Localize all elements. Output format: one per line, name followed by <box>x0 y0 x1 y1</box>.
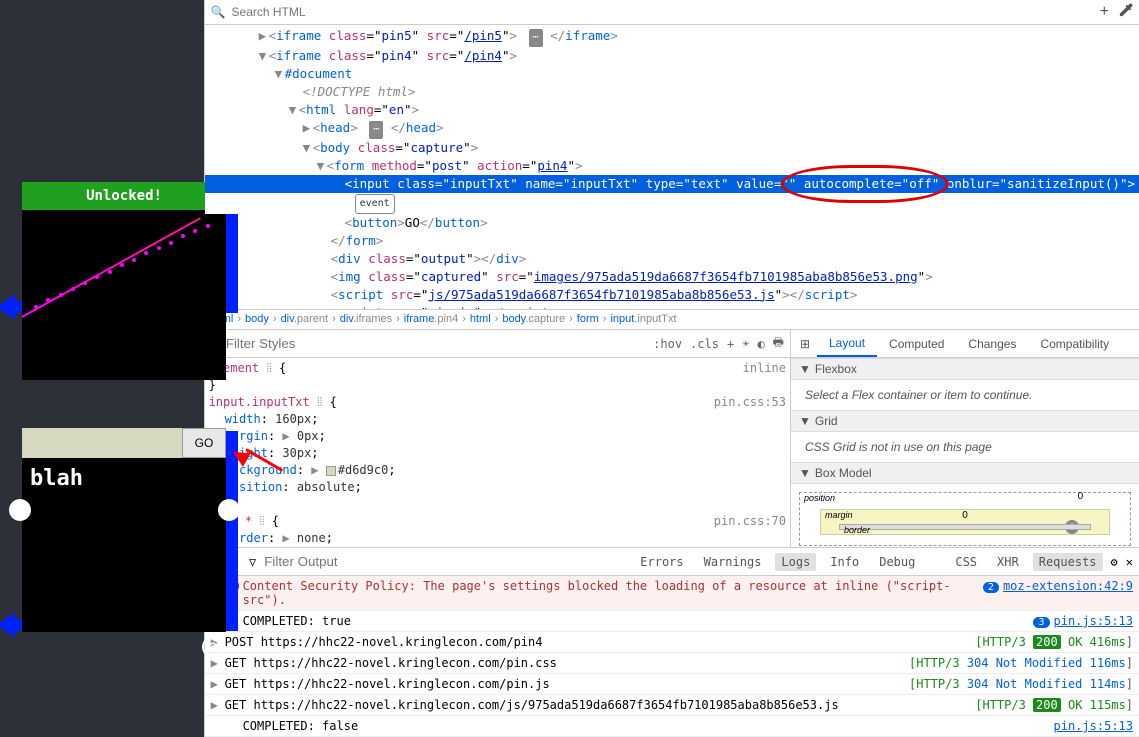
selected-node[interactable]: <input class="inputTxt" name="inputTxt" … <box>205 175 1139 193</box>
console-pane: 🗑 | ▽ Errors Warnings Logs Info Debug CS… <box>205 548 1139 737</box>
console-output[interactable]: ! Content Security Policy: The page's se… <box>205 576 1139 737</box>
add-rule-button[interactable]: + <box>727 337 734 351</box>
cls-toggle[interactable]: .cls <box>690 337 719 351</box>
tab-layout[interactable]: Layout <box>817 330 877 357</box>
arrow-left-icon <box>0 612 15 638</box>
input-text-field[interactable] <box>22 428 182 458</box>
layout-settings-icon[interactable]: ⊞ <box>793 337 817 351</box>
rules-list[interactable]: element ⦙⦙ {inline } input.inputTxt ⦙⦙ {… <box>205 358 790 547</box>
cat-css[interactable]: CSS <box>949 553 983 571</box>
cat-logs[interactable]: Logs <box>775 553 816 571</box>
lock-card: Unlocked! <box>22 182 226 380</box>
cat-errors[interactable]: Errors <box>634 553 689 571</box>
html-tree[interactable]: ▶<iframe class="pin5" src="/pin5"> ⋯ </i… <box>205 25 1139 309</box>
output-text: blah <box>22 458 226 499</box>
filter-output-input[interactable] <box>264 554 441 569</box>
go-button[interactable]: GO <box>182 428 226 458</box>
annotation-arrow-icon <box>232 448 288 484</box>
html-search-input[interactable] <box>232 5 1094 19</box>
console-row: ▶ GET https://hhc22-novel.kringlecon.com… <box>205 695 1139 716</box>
tab-compat[interactable]: Compatibility <box>1028 330 1121 357</box>
print-icon[interactable]: 🖶 <box>773 333 784 354</box>
eyedropper-icon[interactable] <box>1119 3 1133 21</box>
dark-theme-icon[interactable]: ◐ <box>757 337 764 351</box>
lock-graphic <box>22 210 226 380</box>
filter-icon: ▽ <box>249 555 256 569</box>
filter-styles-input[interactable] <box>226 336 403 351</box>
cat-debug[interactable]: Debug <box>873 553 921 571</box>
console-row: COMPLETED: true 3pin.js:5:13 <box>205 611 1139 632</box>
console-row: ▶ POST https://hhc22-novel.kringlecon.co… <box>205 632 1139 653</box>
close-icon[interactable]: ✕ <box>1126 555 1133 569</box>
console-row: ! Content Security Policy: The page's se… <box>205 576 1139 611</box>
console-row: ▶ GET https://hhc22-novel.kringlecon.com… <box>205 674 1139 695</box>
breadcrumb[interactable]: html› body› div.parent› div.iframes› ifr… <box>205 309 1139 330</box>
rules-pane: ▽ :hov .cls + ☀ ◐ 🖶 element ⦙⦙ {inline }… <box>205 330 791 547</box>
input-card: GO blah <box>22 428 226 632</box>
cat-requests[interactable]: Requests <box>1033 553 1103 571</box>
connector-icon <box>218 499 240 521</box>
game-preview-pane: Unlocked! GO blah <box>0 0 204 737</box>
hov-toggle[interactable]: :hov <box>653 337 682 351</box>
tab-computed[interactable]: Computed <box>877 330 956 357</box>
console-row: ▶ GET https://hhc22-novel.kringlecon.com… <box>205 653 1139 674</box>
console-settings-icon[interactable]: ⚙ <box>1111 555 1118 569</box>
help-button[interactable]: ? <box>202 636 224 658</box>
tab-changes[interactable]: Changes <box>956 330 1028 357</box>
devtools-pane: 🔍 + ▶<iframe class="pin5" src="/pin5"> ⋯… <box>204 0 1139 737</box>
html-search-bar: 🔍 + <box>205 0 1139 25</box>
arrow-left-icon <box>0 294 15 320</box>
console-row: COMPLETED: false pin.js:5:13 <box>205 716 1139 737</box>
search-icon: 🔍 <box>211 5 226 19</box>
box-model-diagram: position 0 margin 0 0 border <box>791 484 1139 547</box>
cat-xhr[interactable]: XHR <box>991 553 1025 571</box>
event-badge[interactable]: event <box>355 194 395 214</box>
cat-warnings[interactable]: Warnings <box>698 553 768 571</box>
lock-status: Unlocked! <box>22 182 226 210</box>
new-node-button[interactable]: + <box>1100 3 1109 21</box>
cat-info[interactable]: Info <box>824 553 865 571</box>
layout-pane: ⊞ Layout Computed Changes Compatibility … <box>791 330 1139 547</box>
connector-icon <box>9 499 31 521</box>
light-theme-icon[interactable]: ☀ <box>742 337 749 351</box>
